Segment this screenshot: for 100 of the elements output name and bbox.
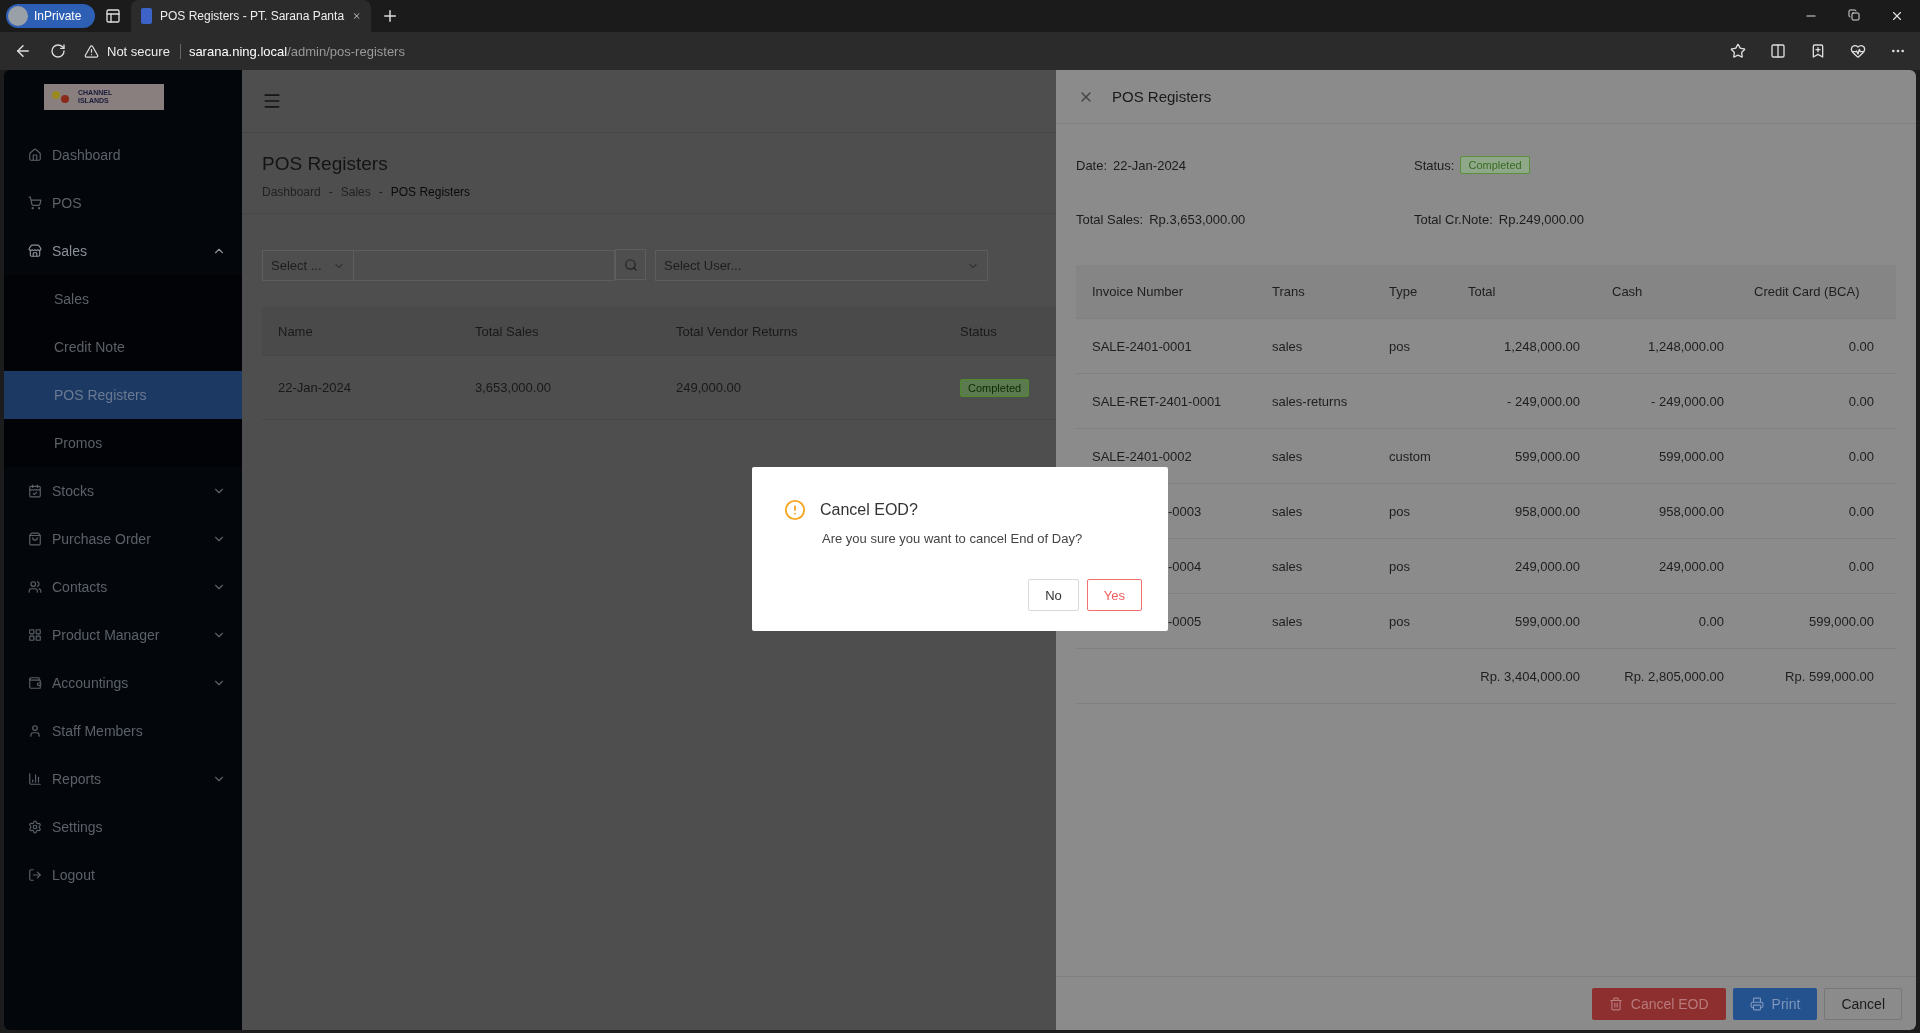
table-cell: 599,000.00 (1514, 448, 1580, 464)
browser-tab[interactable]: POS Registers - PT. Sarana Panta (131, 0, 372, 32)
grid-icon (28, 628, 42, 642)
table-cell: custom (1389, 448, 1431, 464)
table-cell: sales (1272, 558, 1303, 574)
table-cell: 958,000.00 (1514, 503, 1580, 519)
address-field[interactable]: sarana.ning.local/admin/pos-registers (188, 43, 405, 59)
table-cell: -0004 (1168, 558, 1202, 574)
status-tag: Completed (1460, 156, 1530, 174)
close-icon[interactable] (1890, 9, 1904, 23)
table-cell: sales (1272, 448, 1303, 464)
field-value: Rp.3,653,000.00 (1149, 212, 1246, 227)
breadcrumb-separator: - (328, 185, 333, 199)
table-cell: 599,000.00 (1658, 448, 1724, 464)
restore-icon[interactable] (1848, 9, 1860, 21)
table-cell: pos (1389, 338, 1410, 354)
page-title: POS Registers (262, 153, 388, 175)
avatar-icon (8, 6, 28, 26)
store-icon (28, 244, 42, 258)
nav-item[interactable]: Staff Members (4, 707, 242, 755)
table-cell: sales (1272, 338, 1303, 354)
table-cell: 958,000.00 (1658, 503, 1724, 519)
tab-title: POS Registers - PT. Sarana Panta (159, 9, 345, 23)
nav-item[interactable]: Contacts (4, 563, 242, 611)
table-cell: sales (1272, 613, 1303, 629)
nav-item[interactable]: POS (4, 179, 242, 227)
tabs-icon[interactable] (105, 8, 122, 24)
nav-item[interactable]: Reports (4, 755, 242, 803)
table-cell: 0.00 (1848, 393, 1874, 409)
star-icon[interactable] (1730, 43, 1746, 59)
field-label: Total Sales: (1076, 212, 1144, 227)
breadcrumb-link[interactable]: POS Registers (390, 185, 471, 199)
bag-icon (28, 532, 42, 546)
drawer-title: POS Registers (1112, 88, 1212, 105)
table-cell: pos (1389, 558, 1410, 574)
total-cell: Rp. 3,404,000.00 (1480, 668, 1580, 684)
table-cell: 0.00 (1848, 338, 1874, 354)
print-button[interactable]: Print (1732, 987, 1818, 1020)
nav-item[interactable]: Sales (4, 227, 242, 275)
user-icon (28, 724, 42, 738)
warning-icon (84, 43, 99, 59)
status-tag: Completed (960, 378, 1030, 397)
field-label: Status: (1414, 157, 1455, 173)
nav-item[interactable]: Stocks (4, 467, 242, 515)
dialog-message: Are you sure you want to cancel End of Day? (822, 531, 1084, 546)
column-header: Credit Card (BCA) (1754, 284, 1860, 299)
table-cell: 1,248,000.00 (1504, 338, 1580, 354)
warning-icon (784, 499, 806, 521)
reload-icon[interactable] (50, 43, 66, 59)
printer-icon (1749, 996, 1764, 1011)
table-cell: 249,000.00 (1658, 558, 1724, 574)
total-cell: Rp. 2,805,000.00 (1624, 668, 1724, 684)
table-cell: 0.00 (1848, 558, 1874, 574)
table-cell: SALE-2401-0002 (1092, 448, 1192, 464)
column-header: Cash (1612, 284, 1643, 299)
table-cell: - 249,000.00 (1651, 393, 1724, 409)
table-cell: 0.00 (1698, 613, 1724, 629)
dialog-title: Cancel EOD? (820, 501, 918, 519)
column-header: Invoice Number (1092, 284, 1184, 299)
table-cell: SALE-2401-0001 (1092, 338, 1192, 354)
calendar-icon (28, 484, 42, 498)
search-icon (623, 257, 638, 272)
column-header: Type (1389, 284, 1418, 299)
split-screen-icon[interactable] (1770, 43, 1786, 59)
table-cell: - 249,000.00 (1507, 393, 1580, 409)
table-cell: 0.00 (1848, 448, 1874, 464)
confirm-button[interactable]: Yes (1086, 579, 1142, 611)
nav-item[interactable]: Purchase Order (4, 515, 242, 563)
favicon-icon (141, 8, 152, 24)
table-cell: 599,000.00 (1514, 613, 1580, 629)
cancel-eod-button[interactable]: Cancel EOD (1591, 987, 1726, 1020)
nav-item[interactable]: Accountings (4, 659, 242, 707)
security-label[interactable]: Not secure (107, 43, 181, 59)
house-icon (28, 148, 42, 162)
table-cell: sales-returns (1272, 393, 1348, 409)
field-label: Date: (1076, 157, 1108, 173)
nav-item[interactable]: Product Manager (4, 611, 242, 659)
inprivate-badge[interactable]: InPrivate (6, 4, 96, 28)
settings-icon (28, 820, 42, 834)
table-cell: -0003 (1168, 503, 1202, 519)
favorites-icon[interactable] (1810, 43, 1826, 59)
nav-item[interactable]: Dashboard (4, 131, 242, 179)
breadcrumb-separator: - (378, 185, 383, 199)
column-header: Total (1468, 284, 1496, 299)
health-icon[interactable] (1850, 43, 1866, 59)
nav-item[interactable]: Settings (4, 803, 242, 851)
total-cell: Rp. 599,000.00 (1785, 668, 1874, 684)
table-cell: 1,248,000.00 (1648, 338, 1724, 354)
wallet-icon (28, 676, 42, 690)
nav-item[interactable]: Logout (4, 851, 242, 899)
decline-button[interactable]: No (1028, 579, 1079, 611)
table-cell: -0005 (1168, 613, 1202, 629)
users-icon (28, 580, 42, 594)
table-cell: 0.00 (1848, 503, 1874, 519)
back-icon[interactable] (14, 42, 32, 60)
cancel-button[interactable]: Cancel (1824, 987, 1902, 1020)
table-cell: pos (1389, 613, 1410, 629)
logout-icon (28, 868, 42, 882)
table-cell: 249,000.00 (1514, 558, 1580, 574)
nav-subitem[interactable]: POS Registers (4, 371, 242, 419)
